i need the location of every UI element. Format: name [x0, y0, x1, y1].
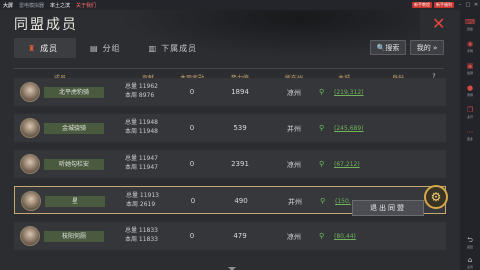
villa-coords-link[interactable]: (67,212) [334, 161, 360, 168]
contribution-total: 总量 11947 [125, 155, 158, 162]
power-value: 479 [233, 232, 247, 240]
keyboard-icon[interactable]: ⌨ [460, 18, 480, 26]
contribution-week: 本周 8976 [125, 92, 155, 99]
sidebar-label: 主页 [466, 265, 473, 269]
contribution-values: 总量 11947 本周 11947 [125, 154, 158, 172]
rook-icon: ♜ [28, 43, 37, 53]
emulator-tutorial-button[interactable]: 新手教程 [412, 2, 432, 8]
sidebar-label: 更多 [466, 137, 473, 141]
member-name: 星 [45, 196, 105, 207]
home-icon[interactable]: ⌂ [460, 256, 480, 264]
region: 凉州 [287, 161, 301, 169]
member-name: 听她勾栏安 [44, 159, 104, 170]
screenshot-icon[interactable]: ▣ [460, 62, 480, 70]
emulator-tab-1[interactable]: 雷电模拟器 [19, 2, 44, 9]
record-icon[interactable]: ● [460, 84, 480, 92]
contribution-total: 总量 11962 [125, 83, 158, 90]
sidebar-label: 返回 [466, 245, 473, 249]
villa-coords-link[interactable]: (219,312) [334, 89, 364, 96]
power-value: 490 [234, 197, 248, 205]
contribution-total: 总量 11833 [125, 227, 158, 234]
sidebar-label: 截屏 [466, 71, 473, 75]
weekly-merit: 0 [190, 197, 196, 205]
window-close-icon[interactable]: ✕ [472, 2, 480, 8]
weekly-merit: 0 [189, 160, 195, 168]
gear-icon[interactable]: ⚙ [424, 185, 448, 209]
tab-members[interactable]: ♜ 成员 [14, 38, 76, 58]
contribution-week: 本周 11947 [125, 164, 158, 171]
contribution-week: 本周 11948 [125, 128, 158, 135]
sidebar-label: 键盘 [466, 27, 473, 31]
power-value: 539 [233, 124, 247, 132]
page-title: 同盟成员 [14, 17, 78, 33]
emulator-titlebar: 大屏 雷电模拟器 率土之滨 关于我们 新手教程 新手福利 – □ ✕ [0, 0, 480, 10]
villa-coords-link[interactable]: (245,689) [334, 125, 364, 132]
region: 凉州 [287, 89, 301, 97]
villa-coords-link[interactable]: (150, [335, 198, 351, 205]
tab-subordinates[interactable]: ▥ 下属成员 [135, 38, 212, 58]
table-row[interactable]: 枝阳何厕 总量 11833 本周 11833 0 479 凉州 ⚲ (80,44… [14, 222, 446, 250]
member-name: 北平虎豹骑 [44, 87, 104, 98]
contribution-values: 总量 11962 本周 8976 [125, 82, 158, 100]
header-divider [14, 68, 444, 69]
exit-alliance-button[interactable]: 退出同盟 [352, 200, 424, 216]
grid-icon: ▥ [148, 43, 158, 53]
gamepad-icon[interactable]: ◉ [460, 40, 480, 48]
contribution-values: 总量 11833 本周 11833 [125, 226, 158, 244]
location-pin-icon: ⚲ [319, 88, 325, 96]
contribution-values: 总量 11948 本周 11948 [125, 118, 158, 136]
region: 并州 [288, 198, 302, 206]
location-pin-icon: ⚲ [319, 232, 325, 240]
tab-groups[interactable]: ▤ 分组 [76, 38, 135, 58]
avatar [20, 154, 40, 174]
location-pin-icon: ⚲ [319, 124, 325, 132]
region: 并州 [287, 125, 301, 133]
location-pin-icon: ⚲ [319, 160, 325, 168]
avatar [20, 82, 40, 102]
emulator-tab-about[interactable]: 关于我们 [76, 2, 96, 9]
search-button[interactable]: 🔍搜索 [370, 40, 406, 55]
multi-instance-icon[interactable]: ❐ [460, 106, 480, 114]
contribution-week: 本周 11833 [125, 236, 158, 243]
region: 凉州 [287, 233, 301, 241]
power-value: 2391 [231, 160, 249, 168]
contribution-total: 总量 11913 [126, 192, 159, 199]
mine-button[interactable]: 我的 » [410, 40, 444, 55]
tab-bar: ♜ 成员 ▤ 分组 ▥ 下属成员 [14, 38, 211, 58]
sidebar-label: 手柄 [466, 49, 473, 53]
contribution-total: 总量 11948 [125, 119, 158, 126]
emulator-app-name: 大屏 [3, 2, 14, 9]
location-pin-icon: ⚲ [320, 197, 326, 205]
power-value: 1894 [231, 88, 249, 96]
tab-subordinates-label: 下属成员 [161, 43, 198, 53]
villa-coords-link[interactable]: (80,44) [334, 233, 356, 240]
game-screen: 同盟成员 ✕ ♜ 成员 ▤ 分组 ▥ 下属成员 🔍搜索 我的 » 成员 贡献 本… [0, 10, 460, 270]
table-row[interactable]: 听她勾栏安 总量 11947 本周 11947 0 2391 凉州 ⚲ (67,… [14, 150, 446, 178]
member-name: 金城骁骑 [44, 123, 104, 134]
list-icon: ▤ [90, 43, 99, 53]
contribution-week: 本周 2619 [126, 201, 156, 208]
tab-groups-label: 分组 [102, 43, 121, 53]
contribution-values: 总量 11913 本周 2619 [126, 191, 159, 209]
tab-members-label: 成员 [40, 43, 59, 53]
table-row[interactable]: 金城骁骑 总量 11948 本周 11948 0 539 并州 ⚲ (245,6… [14, 114, 446, 142]
weekly-merit: 0 [189, 88, 195, 96]
avatar [20, 118, 40, 138]
minimize-icon[interactable]: – [456, 2, 464, 8]
avatar [21, 191, 41, 211]
more-icon[interactable]: ⋯ [460, 128, 480, 136]
avatar [20, 226, 40, 246]
member-name: 枝阳何厕 [44, 231, 104, 242]
emulator-welfare-button[interactable]: 新手福利 [434, 2, 454, 8]
weekly-merit: 0 [189, 232, 195, 240]
table-row[interactable]: 北平虎豹骑 总量 11962 本周 8976 0 1894 凉州 ⚲ (219,… [14, 78, 446, 106]
sidebar-label: 录屏 [466, 93, 473, 97]
weekly-merit: 0 [189, 124, 195, 132]
maximize-icon[interactable]: □ [464, 2, 472, 8]
emulator-tab-2[interactable]: 率土之滨 [50, 2, 70, 9]
emulator-sidebar: ⌨ 键盘 ◉ 手柄 ▣ 截屏 ● 录屏 ❐ 多开 ⋯ 更多 ⮌ 返回 ⌂ 主页 [460, 10, 480, 270]
sidebar-label: 多开 [466, 115, 473, 119]
close-icon[interactable]: ✕ [432, 14, 445, 33]
